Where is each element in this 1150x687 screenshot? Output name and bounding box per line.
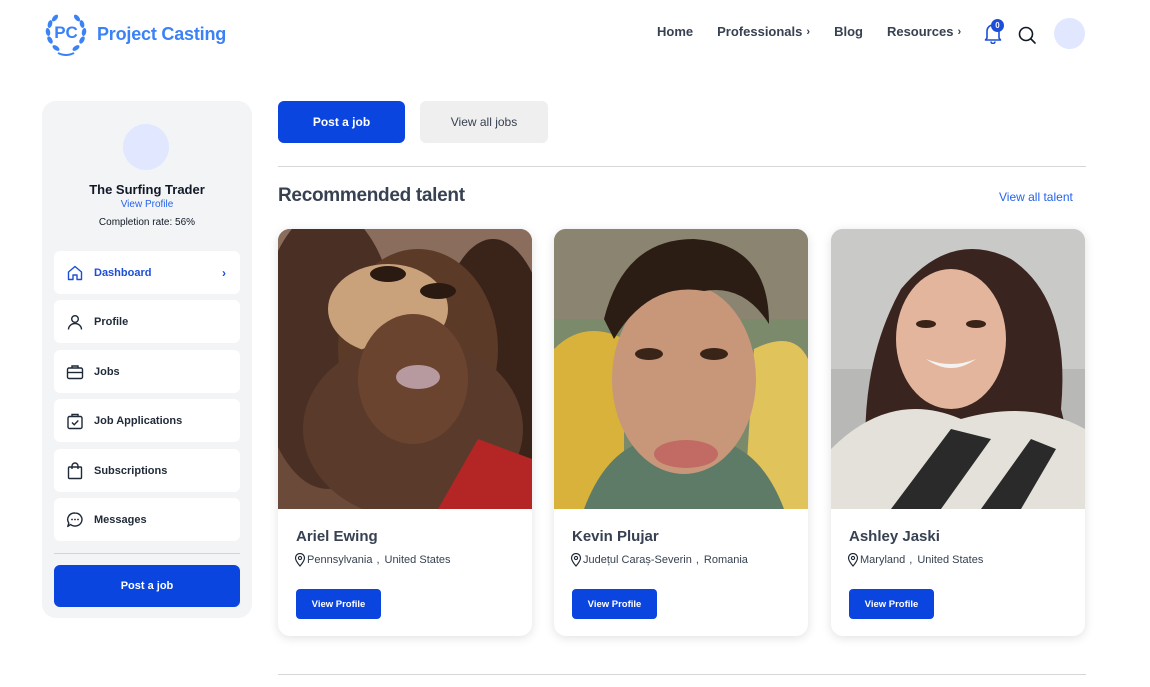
sidebar-item-label: Subscriptions — [94, 464, 168, 477]
view-all-talent-link[interactable]: View all talent — [999, 190, 1073, 204]
sidebar-user-name: The Surfing Trader — [89, 182, 205, 197]
talent-country: Romania — [703, 554, 748, 566]
sidebar-view-profile-link[interactable]: View Profile — [42, 199, 252, 210]
talent-card: Ashley Jaski Maryland, United States View… — [831, 229, 1085, 636]
divider — [278, 674, 1086, 675]
chevron-right-icon: › — [222, 265, 226, 280]
location-separator: , — [909, 554, 913, 566]
sidebar-divider — [54, 553, 240, 554]
clipboard-check-icon — [66, 412, 84, 430]
nav-professionals-label: Professionals — [717, 24, 803, 39]
view-profile-button[interactable]: View Profile — [296, 589, 381, 619]
sidebar-item-subscriptions[interactable]: Subscriptions — [54, 449, 240, 492]
map-pin-icon — [294, 552, 306, 567]
talent-card: Kevin Plujar Județul Caraș-Severin, Roman… — [554, 229, 808, 636]
logo-badge-icon: PC — [42, 10, 90, 58]
talent-photo[interactable] — [278, 229, 532, 509]
user-icon — [66, 313, 84, 331]
section-title: Recommended talent — [278, 185, 465, 206]
completion-rate: Completion rate: 56% — [98, 217, 196, 228]
chat-icon — [66, 511, 84, 529]
sidebar-avatar — [123, 124, 169, 170]
search-icon[interactable] — [1017, 25, 1037, 45]
site-header: PC Project Casting Home Professionals › B… — [0, 0, 1150, 68]
home-icon — [66, 264, 84, 282]
nav-home[interactable]: Home — [657, 24, 693, 39]
main-nav: Home Professionals › Blog Resources › — [657, 24, 985, 39]
divider — [278, 166, 1086, 167]
map-pin-icon — [570, 552, 582, 567]
post-job-button[interactable]: Post a job — [278, 101, 405, 143]
talent-card: Ariel Ewing Pennsylvania, United States V… — [278, 229, 532, 636]
talent-location: Maryland, United States — [847, 552, 984, 567]
location-separator: , — [695, 554, 699, 566]
talent-country: United States — [384, 554, 451, 566]
logo[interactable]: PC Project Casting — [42, 10, 226, 58]
nav-professionals[interactable]: Professionals › — [717, 24, 810, 39]
nav-home-label: Home — [657, 24, 694, 39]
sidebar-item-label: Job Applications — [94, 414, 183, 427]
nav-blog[interactable]: Blog — [834, 24, 863, 39]
talent-name: Ashley Jaski — [849, 528, 940, 545]
logo-initials: PC — [54, 23, 78, 42]
talent-name: Ariel Ewing — [296, 528, 378, 545]
talent-location: Județul Caraș-Severin, Romania — [570, 552, 748, 567]
talent-name: Kevin Plujar — [572, 528, 659, 545]
sidebar-item-label: Jobs — [94, 365, 120, 378]
sidebar-post-job-button[interactable]: Post a job — [54, 565, 240, 607]
sidebar-item-label: Messages — [94, 513, 147, 526]
location-separator: , — [376, 554, 380, 566]
logo-text: Project Casting — [97, 23, 227, 44]
sidebar-item-messages[interactable]: Messages — [54, 498, 240, 541]
sidebar-item-profile[interactable]: Profile — [54, 300, 240, 343]
sidebar-item-jobs[interactable]: Jobs — [54, 350, 240, 393]
talent-location: Pennsylvania, United States — [294, 552, 451, 567]
nav-blog-label: Blog — [834, 24, 863, 39]
sidebar: The Surfing Trader View Profile Completi… — [42, 101, 252, 618]
talent-country: United States — [917, 554, 984, 566]
notification-badge: 0 — [991, 19, 1004, 32]
shopping-bag-icon — [66, 461, 84, 480]
view-all-jobs-button[interactable]: View all jobs — [420, 101, 548, 143]
talent-region: Județul Caraș-Severin — [583, 554, 692, 566]
view-profile-button[interactable]: View Profile — [572, 589, 657, 619]
map-pin-icon — [847, 552, 859, 567]
sidebar-item-job-applications[interactable]: Job Applications — [54, 399, 240, 442]
talent-photo[interactable] — [831, 229, 1085, 509]
nav-resources[interactable]: Resources › — [887, 24, 961, 39]
nav-resources-label: Resources — [886, 24, 954, 39]
user-avatar[interactable] — [1054, 18, 1085, 49]
talent-region: Maryland — [860, 554, 906, 566]
sidebar-item-label: Profile — [94, 315, 129, 328]
sidebar-item-label: Dashboard — [94, 266, 152, 279]
briefcase-icon — [66, 363, 84, 381]
talent-photo[interactable] — [554, 229, 808, 509]
chevron-right-icon: › — [806, 25, 811, 38]
chevron-right-icon: › — [957, 25, 962, 38]
view-profile-button[interactable]: View Profile — [849, 589, 934, 619]
talent-region: Pennsylvania — [307, 554, 373, 566]
sidebar-item-dashboard[interactable]: Dashboard › — [54, 251, 240, 294]
